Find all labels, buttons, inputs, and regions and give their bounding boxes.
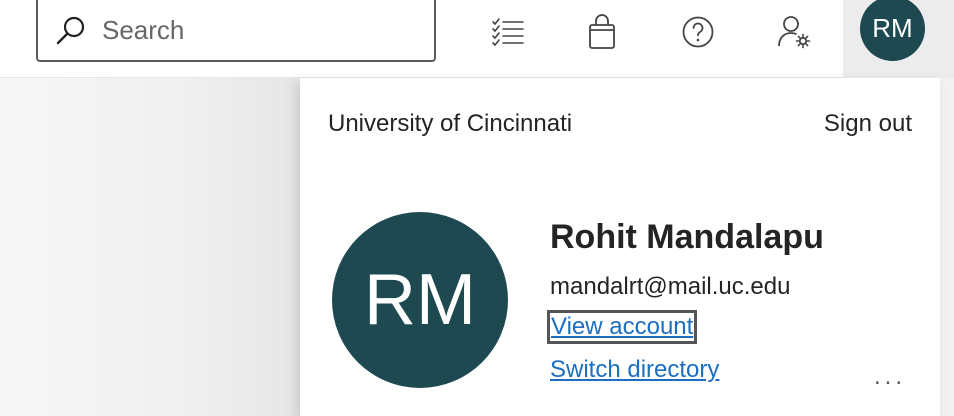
user-name: Rohit Mandalapu	[550, 218, 824, 256]
view-account-link[interactable]: View account	[546, 310, 698, 344]
shopping-bag-icon[interactable]	[578, 8, 626, 56]
sign-out-link[interactable]: Sign out	[824, 110, 912, 138]
user-avatar: RM	[332, 212, 508, 388]
search-icon	[56, 16, 85, 45]
account-panel: University of Cincinnati Sign out RM Roh…	[300, 78, 940, 416]
organization-name: University of Cincinnati	[328, 110, 573, 137]
user-email: mandalrt@mail.uc.edu	[550, 273, 791, 300]
top-bar: RM	[0, 0, 954, 78]
switch-directory-link[interactable]: Switch directory	[550, 356, 719, 384]
more-options-button[interactable]: ...	[874, 363, 906, 391]
page-background	[0, 78, 300, 416]
checklist-icon[interactable]	[484, 8, 532, 56]
user-settings-icon[interactable]	[770, 8, 818, 56]
search-box[interactable]	[36, 0, 436, 62]
search-input[interactable]	[102, 10, 422, 50]
help-icon[interactable]	[674, 8, 722, 56]
